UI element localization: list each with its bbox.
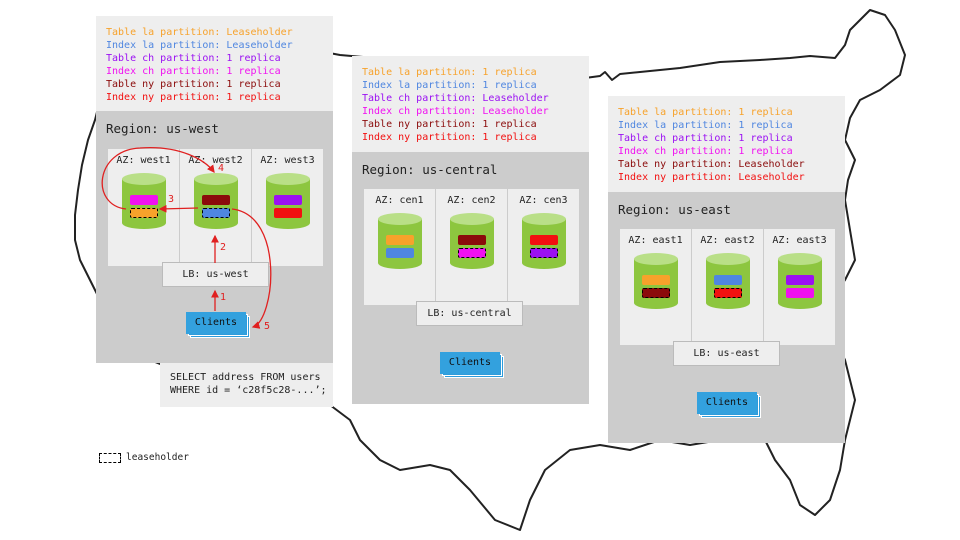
legend-line: Table ch partition: Leaseholder bbox=[362, 93, 549, 104]
legend-line: Index ch partition: Leaseholder bbox=[362, 106, 549, 117]
legend-line: Table la partition: Leaseholder bbox=[106, 27, 293, 38]
step-label: 3 bbox=[168, 194, 175, 205]
step-label: 1 bbox=[220, 292, 227, 303]
replica-table-ch bbox=[785, 275, 814, 285]
database-node-icon[interactable] bbox=[633, 253, 678, 313]
az-east3: AZ: east3 bbox=[764, 229, 835, 345]
az-label: AZ: cen3 bbox=[519, 195, 568, 206]
legend-line: Index la partition: 1 replica bbox=[618, 120, 793, 131]
az-cen3: AZ: cen3 bbox=[508, 189, 579, 305]
legend-line: Index ch partition: 1 replica bbox=[106, 66, 281, 77]
az-east1: AZ: east1 bbox=[620, 229, 692, 345]
clients-us-west[interactable]: Clients bbox=[186, 312, 250, 338]
legend-line: Table ch partition: 1 replica bbox=[106, 53, 281, 64]
region-title: Region: us-west bbox=[106, 121, 219, 136]
region-us-central: Region: us-central AZ: cen1 AZ: cen2 AZ:… bbox=[352, 152, 589, 404]
legend-line: Index ny partition: Leaseholder bbox=[618, 172, 805, 183]
region-title: Region: us-east bbox=[618, 202, 731, 217]
database-node-icon[interactable] bbox=[121, 173, 166, 233]
replica-table-ny bbox=[201, 195, 230, 205]
legend-line: Index ny partition: 1 replica bbox=[106, 92, 281, 103]
replica-index-ch-leaseholder bbox=[457, 248, 486, 258]
sql-query: SELECT address FROM users WHERE id = ‘c2… bbox=[160, 363, 333, 407]
legend-line: Index la partition: 1 replica bbox=[362, 80, 537, 91]
database-node-icon[interactable] bbox=[449, 213, 494, 273]
replica-index-ch bbox=[129, 195, 158, 205]
legend-line: Index la partition: Leaseholder bbox=[106, 40, 293, 51]
az-west1: AZ: west1 bbox=[108, 149, 180, 266]
replica-index-la-leaseholder bbox=[201, 208, 230, 218]
az-cen1: AZ: cen1 bbox=[364, 189, 436, 305]
region-us-west: Region: us-west AZ: west1 AZ: west2 AZ: … bbox=[96, 111, 333, 363]
legend-line: Index ny partition: 1 replica bbox=[362, 132, 537, 143]
replica-index-la bbox=[713, 275, 742, 285]
step-label: 5 bbox=[264, 321, 271, 332]
replica-index-ch bbox=[785, 288, 814, 298]
key-label: leaseholder bbox=[126, 452, 189, 463]
replica-table-la bbox=[641, 275, 670, 285]
az-label: AZ: cen2 bbox=[447, 195, 496, 206]
az-west2: AZ: west2 bbox=[180, 149, 252, 266]
az-label: AZ: west1 bbox=[116, 155, 171, 166]
az-label: AZ: west2 bbox=[188, 155, 243, 166]
region-title: Region: us-central bbox=[362, 162, 498, 177]
replica-index-ny-leaseholder bbox=[713, 288, 742, 298]
legend-line: Index ch partition: 1 replica bbox=[618, 146, 793, 157]
load-balancer-us-west[interactable]: LB: us-west bbox=[162, 262, 269, 287]
az-cen2: AZ: cen2 bbox=[436, 189, 508, 305]
legend-line: Table ny partition: Leaseholder bbox=[618, 159, 805, 170]
az-label: AZ: east3 bbox=[772, 235, 827, 246]
replica-table-ch-leaseholder bbox=[529, 248, 558, 258]
replica-table-la bbox=[385, 235, 414, 245]
clients-label: Clients bbox=[697, 392, 757, 414]
database-node-icon[interactable] bbox=[265, 173, 310, 233]
clients-label: Clients bbox=[186, 312, 246, 334]
replica-table-ny bbox=[457, 235, 486, 245]
database-node-icon[interactable] bbox=[705, 253, 750, 313]
az-label: AZ: east2 bbox=[700, 235, 755, 246]
us-west-partition-legend: Table la partition: Leaseholder Index la… bbox=[96, 16, 333, 111]
az-row: AZ: cen1 AZ: cen2 AZ: cen3 bbox=[364, 189, 579, 305]
az-row: AZ: west1 AZ: west2 AZ: west3 bbox=[108, 149, 323, 266]
az-east2: AZ: east2 bbox=[692, 229, 764, 345]
legend-line: Table ch partition: 1 replica bbox=[618, 133, 793, 144]
legend-line: Table ny partition: 1 replica bbox=[106, 79, 281, 90]
az-label: AZ: cen1 bbox=[375, 195, 424, 206]
clients-us-east[interactable]: Clients bbox=[697, 392, 761, 418]
replica-table-ch bbox=[273, 195, 302, 205]
replica-index-ny bbox=[273, 208, 302, 218]
replica-table-ny-leaseholder bbox=[641, 288, 670, 298]
legend-line: Table la partition: 1 replica bbox=[362, 67, 537, 78]
step-label: 4 bbox=[218, 163, 225, 174]
database-node-icon[interactable] bbox=[377, 213, 422, 273]
replica-index-la bbox=[385, 248, 414, 258]
load-balancer-us-central[interactable]: LB: us-central bbox=[416, 301, 523, 326]
clients-label: Clients bbox=[440, 352, 500, 374]
us-east-partition-legend: Table la partition: 1 replica Index la p… bbox=[608, 96, 845, 192]
replica-index-ny bbox=[529, 235, 558, 245]
load-balancer-us-east[interactable]: LB: us-east bbox=[673, 341, 780, 366]
us-central-partition-legend: Table la partition: 1 replica Index la p… bbox=[352, 56, 589, 152]
replica-table-la-leaseholder bbox=[129, 208, 158, 218]
leaseholder-key: leaseholder bbox=[99, 452, 189, 463]
az-row: AZ: east1 AZ: east2 AZ: east3 bbox=[620, 229, 835, 345]
legend-line: Table la partition: 1 replica bbox=[618, 107, 793, 118]
az-label: AZ: east1 bbox=[628, 235, 683, 246]
az-label: AZ: west3 bbox=[260, 155, 315, 166]
database-node-icon[interactable] bbox=[521, 213, 566, 273]
dashed-box-icon bbox=[99, 452, 121, 463]
region-us-east: Region: us-east AZ: east1 AZ: east2 AZ: … bbox=[608, 192, 845, 443]
step-label: 2 bbox=[220, 242, 227, 253]
az-west3: AZ: west3 bbox=[252, 149, 323, 266]
database-node-icon[interactable] bbox=[777, 253, 822, 313]
legend-line: Table ny partition: 1 replica bbox=[362, 119, 537, 130]
database-node-icon[interactable] bbox=[193, 173, 238, 233]
clients-us-central[interactable]: Clients bbox=[440, 352, 504, 378]
